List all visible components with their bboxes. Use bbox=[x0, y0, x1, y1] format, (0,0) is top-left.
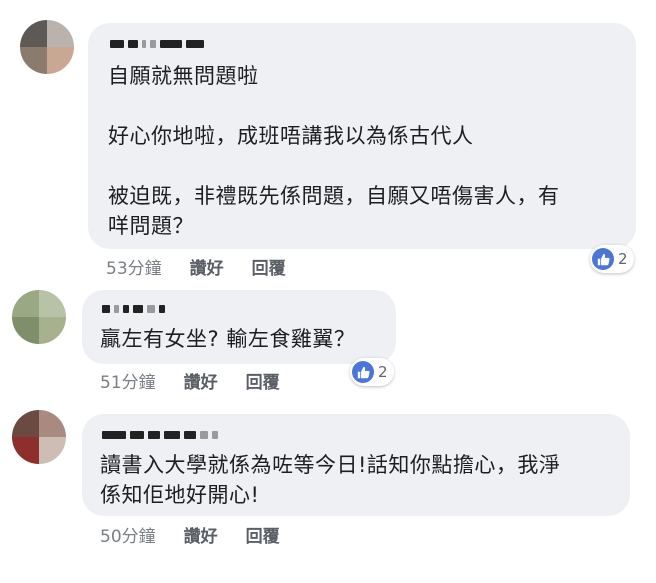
comment-meta: 53分鐘 讚好 回覆 bbox=[106, 254, 286, 279]
censored-username[interactable] bbox=[102, 430, 218, 440]
comment-text: 自願就無問題啦 好心你地啦，成班唔講我以為係古代人 被迫既，非禮既先係問題，自願… bbox=[108, 64, 560, 238]
timestamp[interactable]: 50分鐘 bbox=[100, 522, 156, 547]
comment-bubble: 讀書入大學就係為咗等今日!話知你點擔心，我淨 係知佢地好開心! bbox=[82, 414, 630, 516]
like-button[interactable]: 讚好 bbox=[190, 254, 224, 279]
comment-meta: 50分鐘 讚好 回覆 bbox=[100, 522, 280, 547]
thumbs-up-icon bbox=[352, 361, 374, 383]
timestamp[interactable]: 51分鐘 bbox=[100, 368, 156, 393]
comment-text: 讀書入大學就係為咗等今日!話知你點擔心，我淨 係知佢地好開心! bbox=[100, 453, 561, 507]
reaction-count-value: 2 bbox=[378, 363, 388, 381]
reply-button[interactable]: 回覆 bbox=[246, 522, 280, 547]
avatar[interactable] bbox=[12, 290, 66, 344]
censored-username[interactable] bbox=[110, 39, 204, 49]
like-button[interactable]: 讚好 bbox=[184, 368, 218, 393]
censored-username[interactable] bbox=[102, 304, 165, 314]
comment-bubble: 贏左有女坐? 輸左食雞翼？ bbox=[82, 290, 396, 364]
reply-button[interactable]: 回覆 bbox=[252, 254, 286, 279]
thumbs-up-icon bbox=[592, 248, 614, 270]
comment-thread: 自願就無問題啦 好心你地啦，成班唔講我以為係古代人 被迫既，非禮既先係問題，自願… bbox=[0, 0, 656, 583]
comment-bubble: 自願就無問題啦 好心你地啦，成班唔講我以為係古代人 被迫既，非禮既先係問題，自願… bbox=[88, 23, 636, 249]
comment-text: 贏左有女坐? 輸左食雞翼？ bbox=[100, 327, 356, 351]
reply-button[interactable]: 回覆 bbox=[246, 368, 280, 393]
avatar[interactable] bbox=[20, 20, 74, 74]
reaction-count[interactable]: 2 bbox=[590, 245, 634, 273]
comment-meta: 51分鐘 讚好 回覆 bbox=[100, 368, 280, 393]
reaction-count[interactable]: 2 bbox=[350, 358, 394, 386]
reaction-count-value: 2 bbox=[618, 250, 628, 268]
like-button[interactable]: 讚好 bbox=[184, 522, 218, 547]
timestamp[interactable]: 53分鐘 bbox=[106, 254, 162, 279]
avatar[interactable] bbox=[12, 410, 66, 464]
